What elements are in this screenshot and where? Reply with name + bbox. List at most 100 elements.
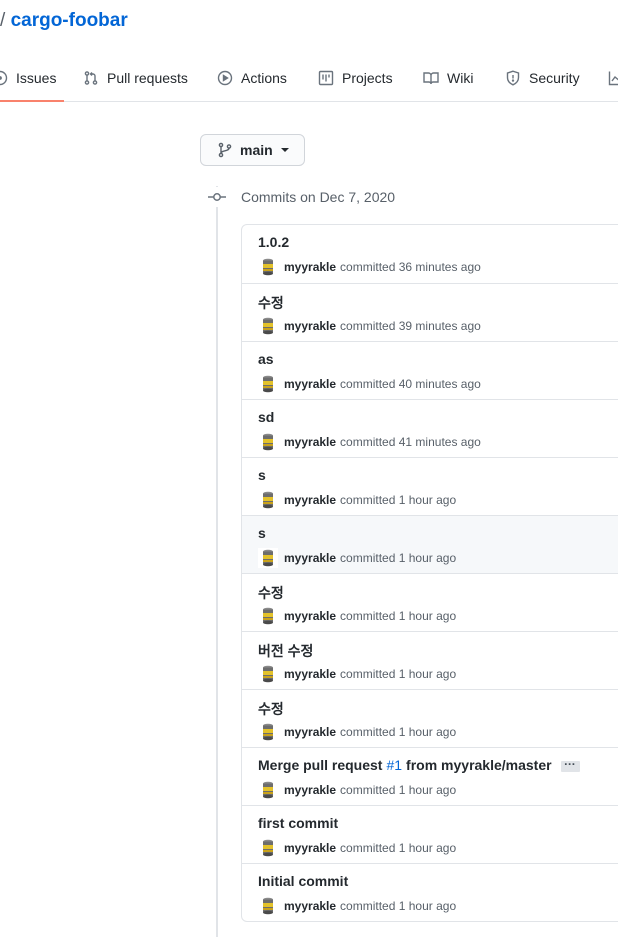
user-avatar-icon [258, 257, 278, 277]
commit-time[interactable]: 1 hour ago [399, 551, 456, 565]
commit-title-text[interactable]: 수정 [258, 293, 284, 313]
commit-title-text[interactable]: s [258, 525, 266, 541]
commit-title[interactable]: first commit [258, 815, 338, 831]
commit-verb: committed [340, 377, 396, 391]
repo-name-link[interactable]: cargo-foobar [11, 10, 128, 31]
commit-row[interactable]: first commit myyrakle committed 1 hour ago [242, 805, 618, 863]
branch-select-button[interactable]: main [200, 134, 305, 166]
commit-time[interactable]: 36 minutes ago [399, 260, 481, 274]
commit-title[interactable]: Initial commit [258, 873, 348, 889]
tab-security[interactable]: Security [505, 54, 580, 102]
tab-security-label: Security [529, 70, 580, 86]
commit-title-text[interactable]: 수정 [258, 583, 284, 603]
project-board-icon [318, 70, 334, 86]
tab-actions-label: Actions [241, 70, 287, 86]
tab-actions[interactable]: Actions [217, 54, 287, 102]
commit-author-link[interactable]: myyrakle [284, 435, 336, 449]
commit-meta: myyrakle committed 36 minutes ago [258, 256, 481, 278]
tab-issues[interactable]: Issues [0, 54, 65, 102]
commit-title[interactable]: sd [258, 409, 274, 425]
commit-title-text[interactable]: Merge pull request [258, 757, 382, 773]
graph-icon [608, 71, 618, 86]
commit-time[interactable]: 1 hour ago [399, 783, 456, 797]
commit-time[interactable]: 40 minutes ago [399, 377, 481, 391]
commit-time[interactable]: 1 hour ago [399, 493, 456, 507]
commit-time[interactable]: 1 hour ago [399, 899, 456, 913]
commit-meta: myyrakle committed 1 hour ago [258, 489, 456, 511]
commit-row[interactable]: 수정 myyrakle committed 1 hour ago [242, 573, 618, 631]
commit-author-link[interactable]: myyrakle [284, 667, 336, 681]
commit-row[interactable]: 1.0.2 myyrakle committed 36 minutes ago [242, 225, 618, 283]
commit-title[interactable]: s [258, 467, 266, 483]
commit-author-link[interactable]: myyrakle [284, 551, 336, 565]
commit-verb: committed [340, 319, 396, 333]
tab-projects[interactable]: Projects [318, 54, 393, 102]
commit-title[interactable]: 수정 [258, 699, 284, 719]
expand-message-button[interactable] [560, 754, 580, 772]
commit-time[interactable]: 1 hour ago [399, 725, 456, 739]
commit-verb: committed [340, 725, 396, 739]
commit-title-text[interactable]: as [258, 351, 274, 367]
tab-pull-requests[interactable]: Pull requests [83, 54, 188, 102]
commit-title[interactable]: Merge pull request #1 from myyrakle/master [258, 754, 580, 773]
commit-title-text[interactable]: 수정 [258, 699, 284, 719]
commit-title-text[interactable]: sd [258, 409, 274, 425]
commit-row[interactable]: Initial commit myyrakle committed 1 hour a… [242, 863, 618, 921]
commit-meta: myyrakle committed 1 hour ago [258, 547, 456, 569]
commit-time[interactable]: 1 hour ago [399, 841, 456, 855]
commit-title[interactable]: 수정 [258, 583, 284, 603]
user-avatar-icon [258, 896, 278, 916]
user-avatar-icon [258, 374, 278, 394]
commit-author-link[interactable]: myyrakle [284, 493, 336, 507]
commit-title-text[interactable]: s [258, 467, 266, 483]
commit-verb: committed [340, 609, 396, 623]
user-avatar-icon [258, 548, 278, 568]
commit-time[interactable]: 39 minutes ago [399, 319, 481, 333]
commit-row[interactable]: s myyrakle committed 1 hour ago [242, 515, 618, 573]
commit-author-link[interactable]: myyrakle [284, 841, 336, 855]
commit-verb: committed [340, 493, 396, 507]
commit-title-text[interactable]: 1.0.2 [258, 234, 289, 250]
commit-title[interactable]: 수정 [258, 293, 284, 313]
commit-title-text[interactable]: first commit [258, 815, 338, 831]
commit-row[interactable]: 수정 myyrakle committed 1 hour ago [242, 689, 618, 747]
commit-row[interactable]: sd myyrakle committed 41 minutes ago [242, 399, 618, 457]
commit-meta: myyrakle committed 1 hour ago [258, 721, 456, 743]
commit-time[interactable]: 1 hour ago [399, 667, 456, 681]
caret-down-icon [280, 148, 289, 152]
commit-author-link[interactable]: myyrakle [284, 609, 336, 623]
commit-title-text[interactable]: 버전 수정 [258, 641, 313, 661]
commit-row[interactable]: s myyrakle committed 1 hour ago [242, 457, 618, 515]
commit-author-link[interactable]: myyrakle [284, 783, 336, 797]
commit-list: 1.0.2 myyrakle committed 36 minutes ago 수정 m… [241, 224, 618, 922]
commit-time[interactable]: 41 minutes ago [399, 435, 481, 449]
commit-author-link[interactable]: myyrakle [284, 260, 336, 274]
repo-separator: / [0, 10, 6, 31]
commit-author-link[interactable]: myyrakle [284, 725, 336, 739]
commit-row[interactable]: 수정 myyrakle committed 39 minutes ago [242, 283, 618, 341]
commit-row[interactable]: 버전 수정 myyrakle committed 1 hour ago [242, 631, 618, 689]
tab-insights[interactable] [608, 54, 618, 102]
commit-title[interactable]: 버전 수정 [258, 641, 313, 661]
branch-icon [218, 142, 232, 158]
commit-time[interactable]: 1 hour ago [399, 609, 456, 623]
commit-title-suffix[interactable]: from myyrakle/master [406, 757, 552, 773]
commit-title[interactable]: 1.0.2 [258, 234, 289, 250]
commit-title-text[interactable]: Initial commit [258, 873, 348, 889]
user-avatar-icon [258, 780, 278, 800]
commit-title[interactable]: s [258, 525, 266, 541]
commit-author-link[interactable]: myyrakle [284, 899, 336, 913]
shield-icon [506, 70, 520, 86]
commit-author-link[interactable]: myyrakle [284, 377, 336, 391]
tab-wiki[interactable]: Wiki [423, 54, 473, 102]
commit-meta: myyrakle committed 1 hour ago [258, 895, 456, 917]
commit-row[interactable]: as myyrakle committed 40 minutes ago [242, 341, 618, 399]
commit-row[interactable]: Merge pull request #1 from myyrakle/master… [242, 747, 618, 805]
repo-nav-tabs: Issues Pull requests Actions Projects Wi… [0, 54, 618, 102]
user-avatar-icon [258, 316, 278, 336]
commit-verb: committed [340, 435, 396, 449]
issue-icon [0, 70, 8, 86]
commit-author-link[interactable]: myyrakle [284, 319, 336, 333]
commit-title[interactable]: as [258, 351, 274, 367]
pull-request-link[interactable]: #1 [386, 757, 402, 773]
